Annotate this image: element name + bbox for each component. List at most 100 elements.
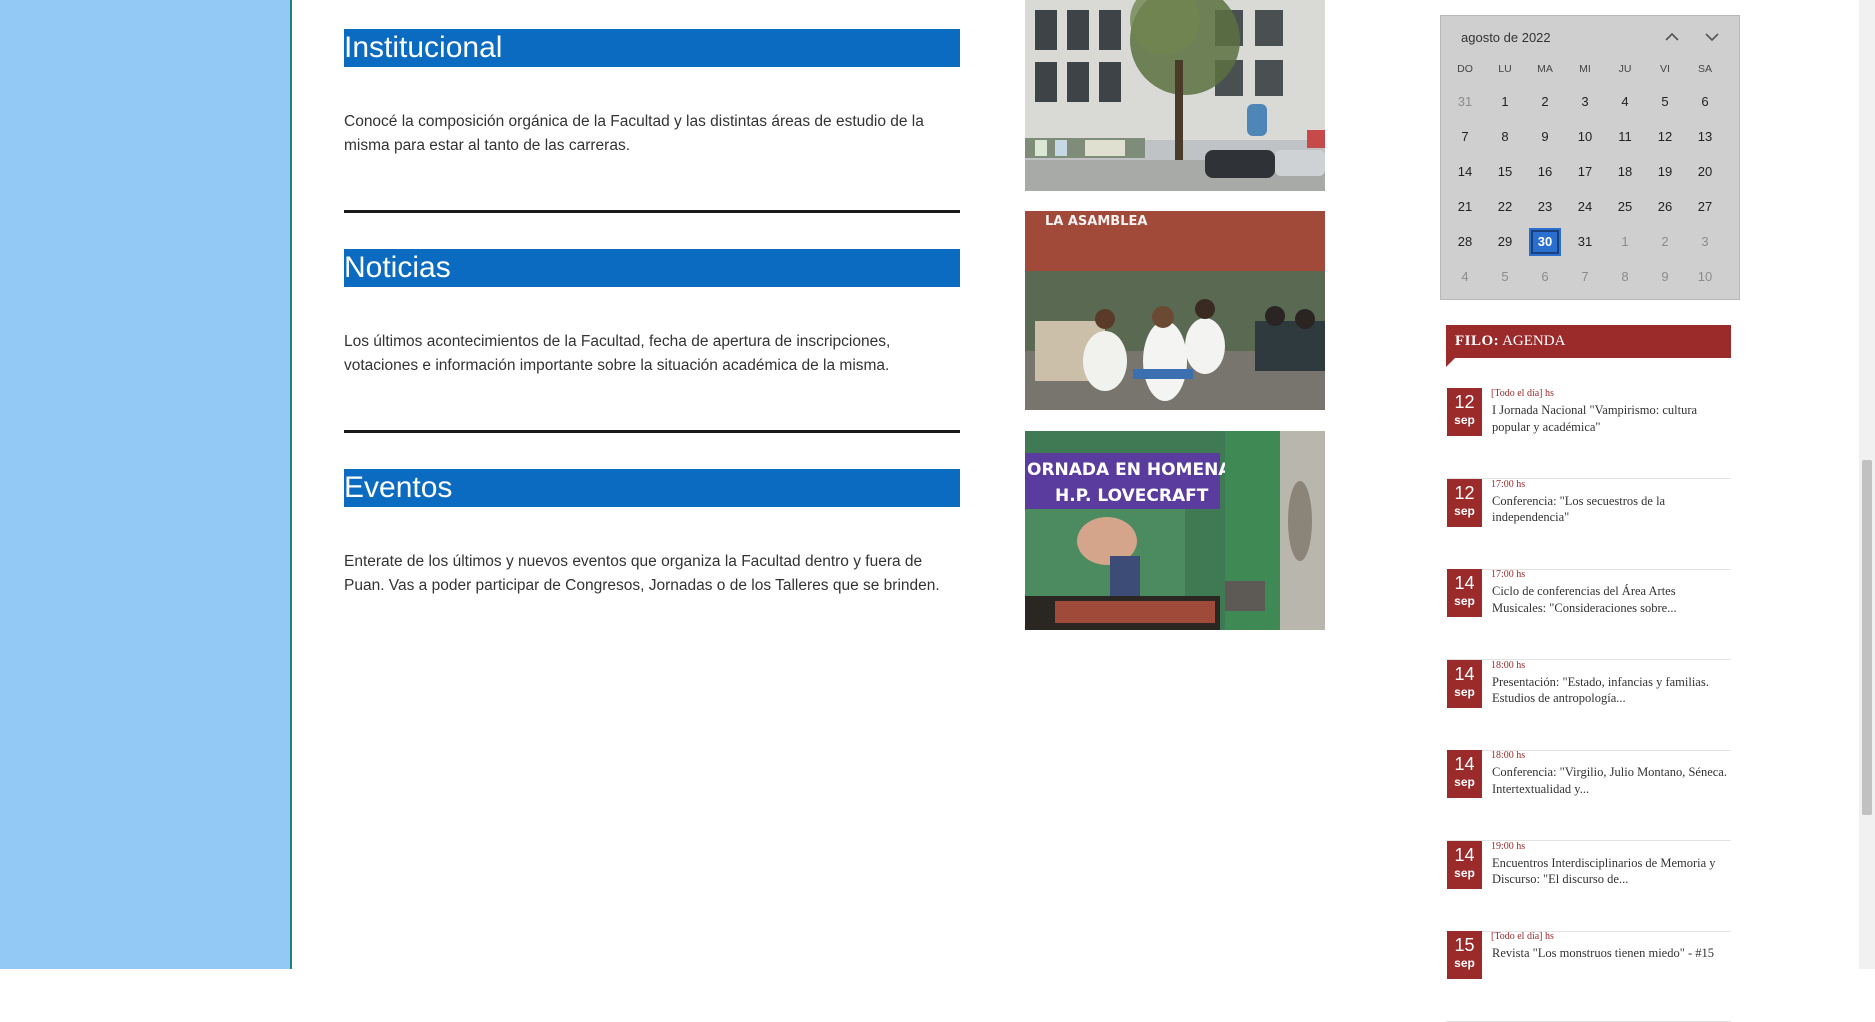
page-scrollbar[interactable] [1859,0,1875,969]
agenda-event[interactable]: 14 sep 19:00 hs Encuentros Interdisciplinar… [1446,840,1732,932]
event-date-day: 12 [1454,482,1475,503]
calendar-day[interactable]: 13 [1689,123,1721,151]
calendar-day[interactable]: 29 [1489,228,1521,256]
calendar-day[interactable]: 2 [1529,88,1561,116]
agenda-event[interactable]: 15 sep [Todo el día] hs Revista "Los monstr… [1446,931,1731,1022]
calendar-day[interactable]: 18 [1609,158,1641,186]
section-title-institucional[interactable]: Institucional [344,29,960,67]
chevron-up-icon[interactable] [1661,26,1683,48]
calendar-day[interactable]: 7 [1569,263,1601,291]
event-time: [Todo el día] hs [1491,931,1554,942]
event-date-month: sep [1454,594,1475,608]
event-date-badge: 12 sep [1447,478,1482,527]
chevron-down-icon[interactable] [1701,26,1723,48]
event-date-badge: 14 sep [1447,569,1482,617]
event-title-link[interactable]: Conferencia: "Virgilio, Julio Montano, S… [1492,764,1732,797]
photo-assembly[interactable]: LA ASAMBLEA [1025,211,1325,410]
agenda-header-bold: FILO: [1455,333,1500,349]
agenda-event[interactable]: 12 sep [Todo el día] hs I Jornada Nacional … [1446,388,1731,479]
calendar-day-selected[interactable]: 30 [1529,228,1561,256]
agenda-event[interactable]: 14 sep 18:00 hs Presentación: "Estado, infa… [1446,659,1732,751]
agenda-event[interactable]: 14 sep 18:00 hs Conferencia: "Virgilio, Jul… [1446,750,1731,841]
calendar-day[interactable]: 7 [1449,123,1481,151]
calendar-day[interactable]: 1 [1609,228,1641,256]
calendar-day[interactable]: 17 [1569,158,1601,186]
calendar-day[interactable]: 8 [1609,263,1641,291]
event-date-month: sep [1454,956,1475,970]
calendar-day[interactable]: 11 [1609,123,1641,151]
calendar-day[interactable]: 20 [1689,158,1721,186]
calendar-day[interactable]: 9 [1529,123,1561,151]
calendar-day[interactable]: 5 [1649,88,1681,116]
calendar-day[interactable]: 2 [1649,228,1681,256]
calendar-day[interactable]: 22 [1489,193,1521,221]
event-date-month: sep [1454,865,1475,880]
event-title-link[interactable]: I Jornada Nacional "Vampirismo: cultura … [1492,402,1732,435]
photo-sign-text: LA ASAMBLEA [1045,214,1147,229]
calendar-day[interactable]: 31 [1449,88,1481,116]
calendar-day[interactable]: 15 [1489,158,1521,186]
event-time: 18:00 hs [1491,659,1526,671]
calendar-day[interactable]: 3 [1689,228,1721,256]
calendar-day[interactable]: 31 [1569,228,1601,256]
event-time: 18:00 hs [1491,750,1526,761]
calendar-day[interactable]: 19 [1649,158,1681,186]
calendar-weekday-label: MA [1537,63,1553,75]
section-institucional: Institucional Conocé la composición orgá… [344,29,960,159]
event-title-link[interactable]: Encuentros Interdisciplinarios de Memori… [1492,855,1732,888]
calendar-day[interactable]: 12 [1649,123,1681,151]
event-date-day: 14 [1454,844,1475,865]
calendar-day[interactable]: 24 [1569,193,1601,221]
calendar-day[interactable]: 16 [1529,158,1561,186]
calendar-day[interactable]: 1 [1489,88,1521,116]
calendar-weekday-label: LU [1498,63,1512,75]
calendar-day[interactable]: 5 [1489,263,1521,291]
calendar-day[interactable]: 14 [1449,158,1481,186]
calendar-day[interactable]: 21 [1449,193,1481,221]
calendar-day[interactable]: 26 [1649,193,1681,221]
event-date-month: sep [1454,413,1475,427]
calendar-day[interactable]: 9 [1649,263,1681,291]
calendar-day[interactable]: 23 [1529,193,1561,221]
event-date-day: 14 [1454,663,1475,684]
event-date-month: sep [1454,775,1475,789]
event-title-link[interactable]: Revista "Los monstruos tienen miedo" - #… [1492,945,1732,962]
calendar-month-label: agosto de 2022 [1461,30,1551,45]
section-title-eventos[interactable]: Eventos [344,469,960,507]
agenda-event[interactable]: 12 sep 17:00 hs Conferencia: "Los secuestro… [1446,478,1732,570]
calendar-day[interactable]: 4 [1609,88,1641,116]
section-text-line: Conocé la composición orgánica de la Fac… [344,113,924,130]
event-date-badge: 12 sep [1447,388,1482,436]
event-date-day: 12 [1454,392,1475,412]
event-title-link[interactable]: Presentación: "Estado, infancias y famil… [1492,674,1732,707]
calendar-widget: agosto de 2022 DO LU MA MI JU VI SA 31 1 2 3 4 5 6 7 8… [1440,15,1740,300]
calendar-day[interactable]: 27 [1689,193,1721,221]
event-date-month: sep [1454,684,1475,699]
event-time: 17:00 hs [1491,569,1526,580]
calendar-day[interactable]: 10 [1569,123,1601,151]
calendar-day[interactable]: 3 [1569,88,1601,116]
event-title-link[interactable]: Ciclo de conferencias del Área Artes Mus… [1492,583,1732,616]
agenda-event[interactable]: 14 sep 17:00 hs Ciclo de conferencias del Á… [1446,569,1731,660]
calendar-day[interactable]: 6 [1689,88,1721,116]
photo-building[interactable] [1025,0,1325,191]
section-title-noticias[interactable]: Noticias [344,249,960,287]
calendar-day[interactable]: 28 [1449,228,1481,256]
section-text-line: votaciones e información importante sobr… [344,357,890,374]
section-divider [344,430,960,433]
calendar-weekday-label: MI [1579,63,1591,75]
event-date-day: 14 [1454,754,1475,774]
calendar-day[interactable]: 10 [1689,263,1721,291]
calendar-weekday-label: VI [1660,63,1670,75]
calendar-day[interactable]: 8 [1489,123,1521,151]
section-text-line: Los últimos acontecimientos de la Facult… [344,333,891,350]
scrollbar-thumb[interactable] [1862,460,1872,815]
calendar-day[interactable]: 4 [1449,263,1481,291]
event-title-link[interactable]: Conferencia: "Los secuestros de la indep… [1492,493,1732,526]
calendar-day[interactable]: 6 [1529,263,1561,291]
photo-banner-line-1: ORNADA EN HOMENAJE [1027,460,1249,480]
photo-lovecraft-event[interactable]: ORNADA EN HOMENAJE H.P. LOVECRAFT [1025,431,1325,630]
section-text-line: misma para estar al tanto de las carrera… [344,137,631,154]
calendar-day[interactable]: 25 [1609,193,1641,221]
section-text-institucional: Conocé la composición orgánica de la Fac… [344,110,964,158]
